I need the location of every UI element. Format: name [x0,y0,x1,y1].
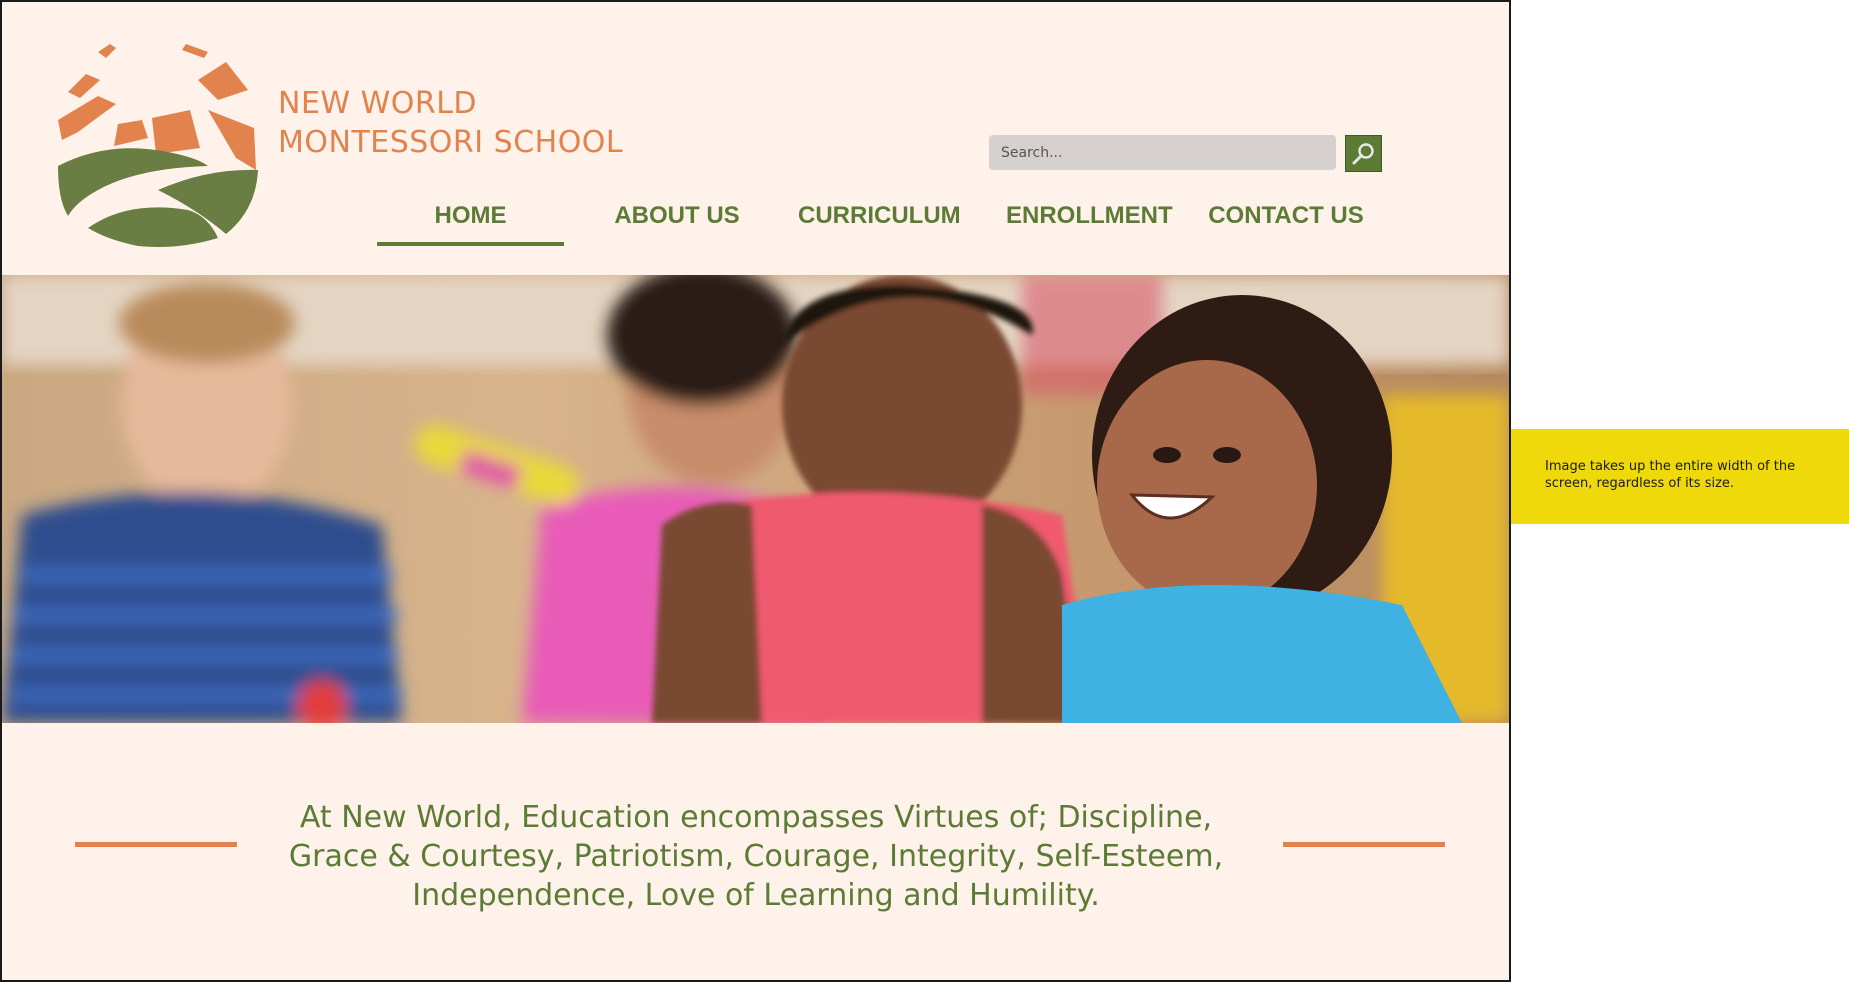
page-frame: NEW WORLD MONTESSORI SCHOOL HOME ABOUT U… [0,0,1511,982]
nav-curriculum[interactable]: CURRICULUM [798,200,961,242]
quote-line-3: Independence, Love of Learning and Humil… [412,878,1100,913]
school-name[interactable]: NEW WORLD MONTESSORI SCHOOL [278,84,623,162]
school-name-line-2: MONTESSORI SCHOOL [278,125,624,160]
nav-enrollment[interactable]: ENROLLMENT [1006,200,1173,242]
quote-line-1: At New World, Education encompasses Virt… [299,800,1213,835]
magnifier-icon [1352,142,1374,164]
school-logo-icon[interactable] [58,40,258,248]
school-name-line-1: NEW WORLD [278,86,478,121]
nav-home[interactable]: HOME [377,200,564,246]
quote-left-rule [75,842,237,847]
hero-image [2,275,1509,723]
nav-contact-us[interactable]: CONTACT US [1205,200,1367,242]
annotation-text: Image takes up the entire width of the s… [1545,459,1796,491]
search-button[interactable] [1345,135,1382,172]
quote-right-rule [1283,842,1445,847]
nav-about-us[interactable]: ABOUT US [604,200,750,242]
mission-quote: At New World, Education encompasses Virt… [262,798,1250,915]
search-input[interactable] [989,135,1336,170]
annotation-note: Image takes up the entire width of the s… [1511,429,1849,524]
quote-line-2: Grace & Courtesy, Patriotism, Courage, I… [288,839,1224,874]
